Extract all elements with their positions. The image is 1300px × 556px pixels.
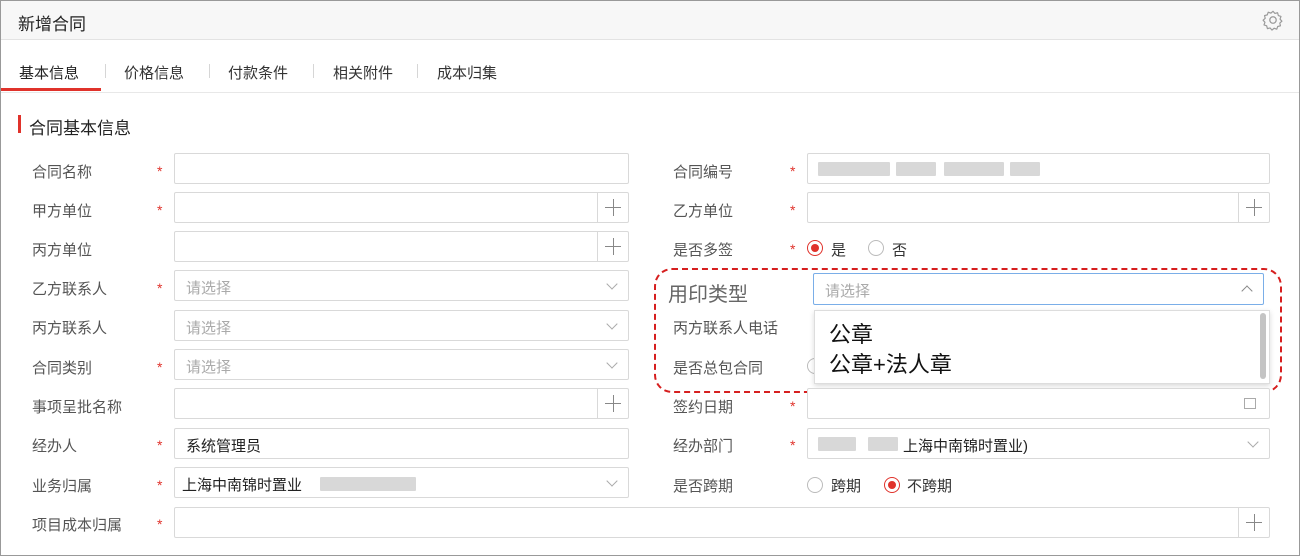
chevron-down-icon: [606, 357, 618, 369]
party-c-contact-label: 丙方联系人: [32, 320, 108, 337]
cross-period-option-label[interactable]: 跨期: [831, 475, 861, 496]
tab-divider: [105, 64, 106, 78]
approval-name-input[interactable]: [174, 388, 629, 419]
required-mark: *: [157, 163, 163, 179]
sign-date-label: 签约日期: [673, 399, 734, 416]
sign-date-input[interactable]: [807, 388, 1270, 419]
party-b-input[interactable]: [807, 192, 1270, 223]
party-c-input[interactable]: [174, 231, 629, 262]
plus-icon[interactable]: [597, 232, 628, 261]
select-placeholder: 请选择: [186, 359, 232, 376]
multi-sign-label: 是否多签: [673, 242, 734, 259]
handler-value: 系统管理员: [186, 438, 262, 455]
contract-type-select[interactable]: 请选择: [174, 349, 629, 380]
redacted-text: [818, 162, 890, 176]
business-unit-select[interactable]: 上海中南锦时置业: [174, 467, 629, 498]
chevron-down-icon: [1247, 436, 1259, 448]
required-mark: *: [157, 437, 163, 453]
party-b-contact-label: 乙方联系人: [32, 281, 108, 298]
not-cross-period-option-label[interactable]: 不跨期: [907, 475, 952, 496]
plus-icon[interactable]: [1238, 193, 1269, 222]
handler-label: 经办人: [32, 438, 78, 455]
active-tab-indicator: [1, 88, 101, 91]
calendar-icon[interactable]: [1244, 398, 1256, 409]
highlight-callout: [654, 268, 1282, 393]
tab-divider: [209, 64, 210, 78]
tab-cost-collection[interactable]: 成本归集: [437, 62, 497, 83]
plus-icon[interactable]: [1238, 508, 1269, 537]
tab-attachments[interactable]: 相关附件: [333, 62, 393, 83]
required-mark: *: [790, 163, 796, 179]
title-bar: 新增合同: [1, 1, 1299, 40]
plus-icon[interactable]: [597, 389, 628, 418]
plus-icon[interactable]: [597, 193, 628, 222]
business-unit-value: 上海中南锦时置业: [182, 477, 303, 494]
party-c-label: 丙方单位: [32, 242, 93, 259]
party-b-label: 乙方单位: [673, 203, 734, 220]
tab-basic-info[interactable]: 基本信息: [19, 62, 79, 83]
not-cross-period-radio[interactable]: [884, 477, 900, 493]
contract-no-label: 合同编号: [673, 164, 734, 181]
cross-period-label: 是否跨期: [673, 478, 734, 495]
contract-name-input[interactable]: [174, 153, 629, 184]
required-mark: *: [790, 437, 796, 453]
required-mark: *: [790, 202, 796, 218]
cross-period-radio[interactable]: [807, 477, 823, 493]
required-mark: *: [157, 516, 163, 532]
gear-icon[interactable]: [1262, 9, 1284, 31]
select-placeholder: 请选择: [186, 280, 232, 297]
dept-select[interactable]: 上海中南锦时置业): [807, 428, 1270, 459]
multi-sign-no-label[interactable]: 否: [892, 239, 907, 260]
project-cost-label: 项目成本归属: [32, 517, 123, 534]
multi-sign-no-radio[interactable]: [868, 240, 884, 256]
select-placeholder: 请选择: [186, 320, 232, 337]
contract-no-input[interactable]: [807, 153, 1270, 184]
section-title: 合同基本信息: [29, 119, 131, 138]
required-mark: *: [157, 202, 163, 218]
required-mark: *: [157, 280, 163, 296]
project-cost-input[interactable]: [174, 507, 1270, 538]
chevron-down-icon: [606, 278, 618, 290]
tab-divider: [313, 64, 314, 78]
required-mark: *: [790, 241, 796, 257]
tab-divider: [417, 64, 418, 78]
section-marker: [18, 115, 21, 133]
handler-input[interactable]: 系统管理员: [174, 428, 629, 459]
dept-label: 经办部门: [673, 438, 734, 455]
party-a-input[interactable]: [174, 192, 629, 223]
contract-name-label: 合同名称: [32, 164, 93, 181]
tab-payment-terms[interactable]: 付款条件: [228, 62, 288, 83]
required-mark: *: [790, 398, 796, 414]
party-c-contact-select[interactable]: 请选择: [174, 310, 629, 341]
contract-type-label: 合同类别: [32, 360, 93, 377]
required-mark: *: [157, 359, 163, 375]
required-mark: *: [157, 477, 163, 493]
chevron-down-icon: [606, 475, 618, 487]
redacted-text: [868, 437, 898, 451]
party-b-contact-select[interactable]: 请选择: [174, 270, 629, 301]
party-a-label: 甲方单位: [32, 203, 93, 220]
tab-bar: 基本信息 价格信息 付款条件 相关附件 成本归集: [1, 40, 1299, 93]
multi-sign-yes-radio[interactable]: [807, 240, 823, 256]
approval-name-label: 事项呈批名称: [32, 399, 123, 416]
chevron-down-icon: [606, 318, 618, 330]
page-title: 新增合同: [18, 15, 86, 34]
redacted-text: [818, 437, 856, 451]
dept-value: 上海中南锦时置业): [903, 438, 1028, 455]
redacted-text: [1010, 162, 1040, 176]
redacted-text: [320, 477, 416, 491]
business-unit-label: 业务归属: [32, 478, 93, 495]
multi-sign-yes-label[interactable]: 是: [831, 239, 846, 260]
redacted-text: [944, 162, 1004, 176]
redacted-text: [896, 162, 936, 176]
tab-price-info[interactable]: 价格信息: [124, 62, 184, 83]
